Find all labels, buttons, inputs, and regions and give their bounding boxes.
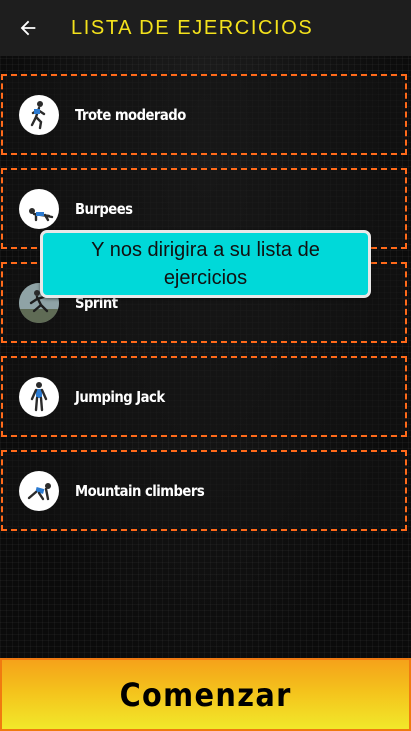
exercise-label: Jumping Jack xyxy=(75,387,165,406)
mountain-climber-thumbnail xyxy=(19,470,59,511)
exercise-item-trote-moderado[interactable]: Trote moderado xyxy=(1,74,407,155)
exercise-item-jumping-jack[interactable]: Jumping Jack xyxy=(1,356,407,437)
back-button[interactable] xyxy=(0,0,56,56)
page-title: LISTA DE EJERCICIOS xyxy=(71,16,314,39)
exercise-label: Trote moderado xyxy=(75,105,186,124)
arrow-left-icon xyxy=(20,20,36,36)
exercise-label: Mountain climbers xyxy=(75,481,205,500)
runner-thumbnail xyxy=(19,94,59,135)
start-button[interactable]: Comenzar xyxy=(0,658,411,731)
exercise-label: Burpees xyxy=(75,199,133,218)
exercise-item-mountain-climbers[interactable]: Mountain climbers xyxy=(1,450,407,531)
burpee-thumbnail xyxy=(19,188,59,229)
tutorial-tooltip: Y nos dirigira a su lista de ejercicios xyxy=(40,230,371,298)
app-bar: LISTA DE EJERCICIOS xyxy=(0,0,411,56)
start-button-label: Comenzar xyxy=(119,675,292,714)
jumping-jack-thumbnail xyxy=(19,376,59,417)
